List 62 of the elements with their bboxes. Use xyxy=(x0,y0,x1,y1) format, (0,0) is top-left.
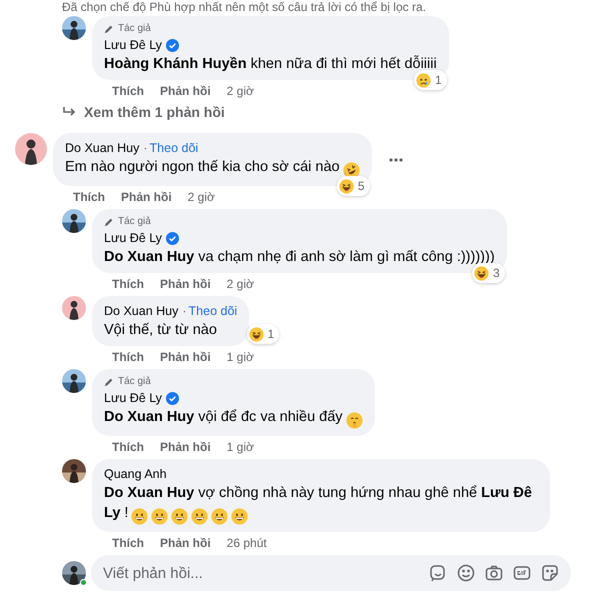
author-name[interactable]: Lưu Đê Ly xyxy=(104,389,162,407)
laughing-emoji-icon xyxy=(338,178,354,194)
author-name[interactable]: Lưu Đê Ly xyxy=(104,229,162,247)
laughing-emoji-icon xyxy=(248,326,264,342)
more-icon xyxy=(388,158,403,162)
reaction-count[interactable]: 1 xyxy=(414,70,447,90)
like-link[interactable]: Thích xyxy=(112,276,144,292)
reply-link[interactable]: Phản hồi xyxy=(121,189,172,205)
sticker-icon[interactable] xyxy=(541,564,559,582)
comment-time[interactable]: 2 giờ xyxy=(226,83,254,99)
reaction-count[interactable]: 1 xyxy=(246,324,280,344)
reply-field[interactable]: Viết phản hồi... xyxy=(91,555,571,591)
reply-link[interactable]: Phản hồi xyxy=(160,535,211,551)
comment-text: Vội thế, từ từ nào xyxy=(104,321,218,340)
author-name[interactable]: Do Xuan Huy xyxy=(104,302,178,320)
like-link[interactable]: Thích xyxy=(73,189,105,205)
gif-icon[interactable] xyxy=(513,564,531,582)
pen-icon xyxy=(104,217,114,227)
comment-time[interactable]: 1 giờ xyxy=(226,439,254,455)
reaction-count[interactable]: 5 xyxy=(336,176,370,196)
like-link[interactable]: Thích xyxy=(112,535,144,551)
emoji-icon[interactable] xyxy=(457,564,475,582)
reply-arrow-icon xyxy=(62,106,76,118)
comment-text: Do Xuan Huy vội để đc va nhiều đấy xyxy=(104,407,363,430)
separator-dot: · xyxy=(182,303,187,320)
camera-icon[interactable] xyxy=(485,564,503,582)
grinning-emoji-icon xyxy=(151,508,168,525)
shushing-emoji-icon xyxy=(346,412,363,429)
filter-notice: Đã chọn chế độ Phù hợp nhất nên một số câu trả lời có thể bị lọc ra. xyxy=(62,0,427,14)
grinning-emoji-icon xyxy=(211,508,228,525)
reply-link[interactable]: Phản hồi xyxy=(160,276,211,292)
follow-link[interactable]: Theo dõi xyxy=(188,302,238,320)
view-more-replies-link[interactable]: Xem thêm 1 phản hồi xyxy=(62,103,225,121)
reply-link[interactable]: Phản hồi xyxy=(160,83,211,99)
like-link[interactable]: Thích xyxy=(112,349,144,365)
comment-time[interactable]: 2 giờ xyxy=(188,189,215,205)
reply-link[interactable]: Phản hồi xyxy=(160,349,211,365)
comment-time[interactable]: 1 giờ xyxy=(226,349,254,365)
comment-text: Do Xuan Huy vợ chồng nhà này tung hứng nhau ghê nhể Lưu Đê Ly ! xyxy=(104,483,538,526)
reply-link[interactable]: Phản hồi xyxy=(160,439,211,455)
author-name[interactable]: Do Xuan Huy xyxy=(65,139,140,157)
pen-icon xyxy=(104,377,114,387)
grinning-emoji-icon xyxy=(131,508,148,525)
author-name[interactable]: Quang Anh xyxy=(104,465,167,483)
sad-emoji-icon xyxy=(416,72,431,88)
author-name[interactable]: Lưu Đê Ly xyxy=(104,36,162,54)
reaction-count[interactable]: 3 xyxy=(472,263,505,283)
comment-time[interactable]: 26 phút xyxy=(226,535,267,551)
author-badge-label: Tác giả xyxy=(118,22,151,36)
pen-icon xyxy=(104,24,114,34)
grinning-emoji-icon xyxy=(171,508,188,525)
grinning-emoji-icon xyxy=(231,508,248,525)
grinning-emoji-icon xyxy=(191,508,208,525)
avatar-sticker-icon[interactable] xyxy=(429,564,447,582)
separator-dot: · xyxy=(143,140,148,157)
author-badge-label: Tác giả xyxy=(118,215,151,229)
follow-link[interactable]: Theo dõi xyxy=(150,139,198,157)
laughing-emoji-icon xyxy=(474,266,489,280)
like-link[interactable]: Thích xyxy=(112,439,144,455)
like-link[interactable]: Thích xyxy=(112,83,144,99)
comment-time[interactable]: 2 giờ xyxy=(226,276,254,292)
author-badge-label: Tác giả xyxy=(118,375,151,389)
